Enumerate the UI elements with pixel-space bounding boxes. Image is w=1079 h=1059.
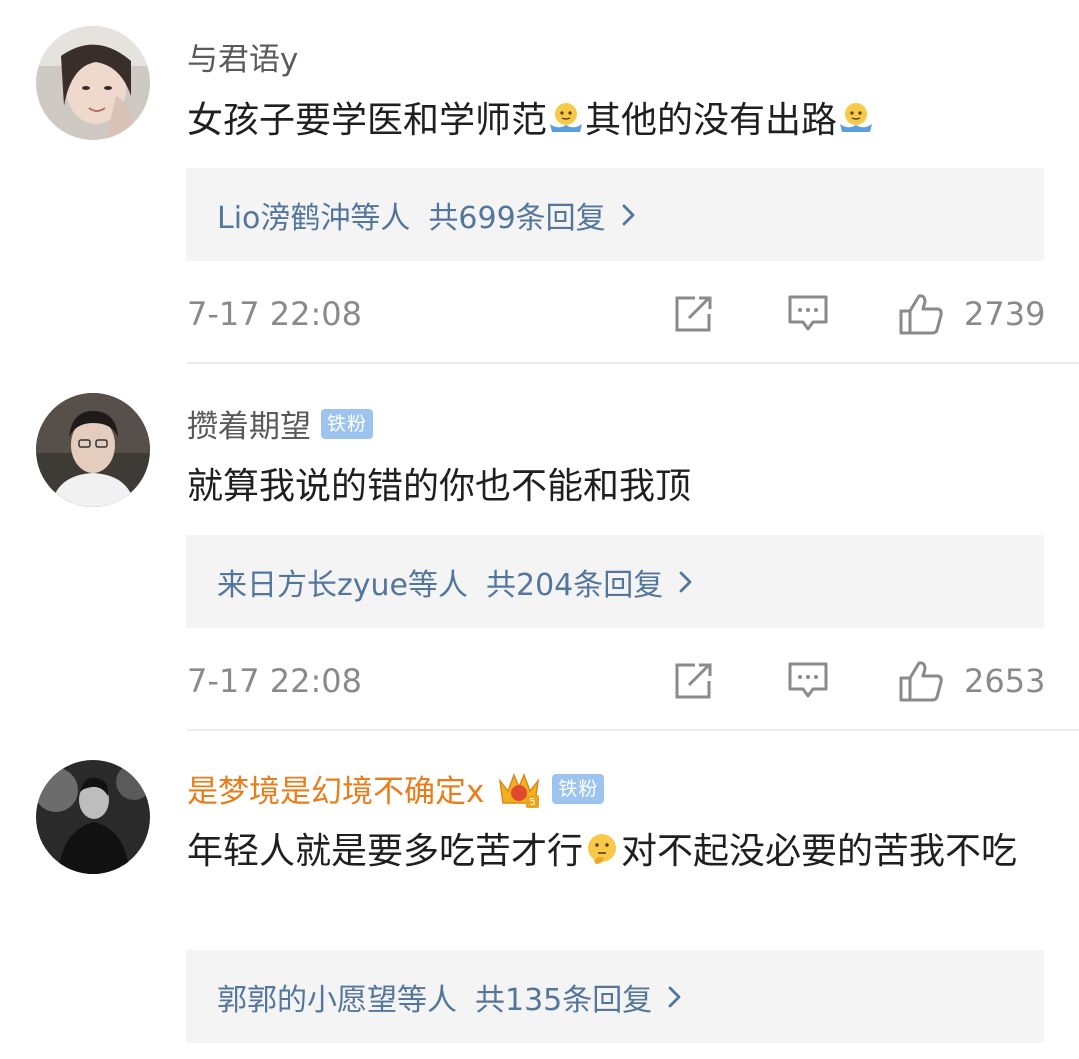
chevron-right-icon[interactable] bbox=[675, 569, 695, 595]
comment-button[interactable] bbox=[787, 292, 829, 336]
replies-link[interactable]: 郭郭的小愿望等人 共135条回复 bbox=[186, 950, 1044, 1043]
comment-text: 女孩子要学医和学师范 其他的没有出路 bbox=[187, 94, 1037, 147]
reply-users[interactable]: Lio滂鹤沖等人 bbox=[217, 193, 410, 237]
username-label[interactable]: 与君语y bbox=[187, 34, 298, 79]
thinking-emoji-icon bbox=[588, 834, 617, 864]
comment-button[interactable] bbox=[787, 659, 829, 703]
thumbs-up-icon[interactable] bbox=[898, 292, 944, 336]
comment-icon[interactable] bbox=[787, 661, 829, 701]
share-button[interactable] bbox=[673, 659, 715, 703]
reply-count[interactable]: 共204条回复 bbox=[486, 560, 663, 604]
shrug-emoji-icon bbox=[840, 103, 873, 132]
vip-crown-icon: 5 bbox=[499, 772, 540, 808]
divider bbox=[187, 729, 1079, 731]
replies-link[interactable]: 来日方长zyue等人 共204条回复 bbox=[186, 535, 1044, 628]
like-count: 2653 bbox=[964, 662, 1046, 700]
timestamp: 7-17 22:08 bbox=[187, 295, 363, 333]
fan-badge: 铁粉 bbox=[552, 773, 605, 804]
replies-link[interactable]: Lio滂鹤沖等人 共699条回复 bbox=[186, 168, 1044, 261]
fan-badge: 铁粉 bbox=[321, 408, 374, 439]
chevron-right-icon[interactable] bbox=[618, 202, 638, 228]
reply-count[interactable]: 共699条回复 bbox=[428, 193, 605, 237]
shrug-emoji-icon bbox=[550, 103, 583, 132]
share-icon[interactable] bbox=[673, 294, 715, 334]
username-label[interactable]: 攒着期望 bbox=[187, 401, 311, 446]
username-label[interactable]: 是梦境是幻境不确定x bbox=[187, 766, 484, 811]
like-count: 2739 bbox=[964, 295, 1046, 333]
share-icon[interactable] bbox=[673, 661, 715, 701]
reply-users[interactable]: 郭郭的小愿望等人 bbox=[217, 975, 457, 1019]
thumbs-up-icon[interactable] bbox=[898, 659, 944, 703]
chevron-right-icon[interactable] bbox=[664, 984, 684, 1010]
username[interactable]: 与君语y bbox=[187, 34, 298, 79]
comment-text: 就算我说的错的你也不能和我顶 bbox=[187, 466, 692, 507]
username[interactable]: 攒着期望 铁粉 bbox=[187, 401, 374, 446]
comment-text: 年轻人就是要多吃苦才行 对不起没必要的苦我不吃 bbox=[187, 831, 1018, 872]
timestamp: 7-17 22:08 bbox=[187, 662, 363, 700]
like-button[interactable]: 2653 bbox=[898, 659, 1045, 703]
divider bbox=[187, 362, 1079, 364]
reply-count[interactable]: 共135条回复 bbox=[475, 975, 652, 1019]
comment-meta: 7-17 22:08 2739 bbox=[187, 292, 1045, 336]
share-button[interactable] bbox=[673, 292, 715, 336]
comment-meta: 7-17 22:08 2653 bbox=[187, 659, 1045, 703]
reply-users[interactable]: 来日方长zyue等人 bbox=[217, 560, 468, 604]
svg-text:5: 5 bbox=[530, 797, 536, 808]
avatar[interactable] bbox=[36, 393, 150, 507]
comment-icon[interactable] bbox=[787, 294, 829, 334]
avatar[interactable] bbox=[36, 26, 150, 140]
avatar[interactable] bbox=[36, 760, 150, 874]
like-button[interactable]: 2739 bbox=[898, 292, 1045, 336]
username[interactable]: 是梦境是幻境不确定x 5 铁粉 bbox=[187, 766, 605, 811]
